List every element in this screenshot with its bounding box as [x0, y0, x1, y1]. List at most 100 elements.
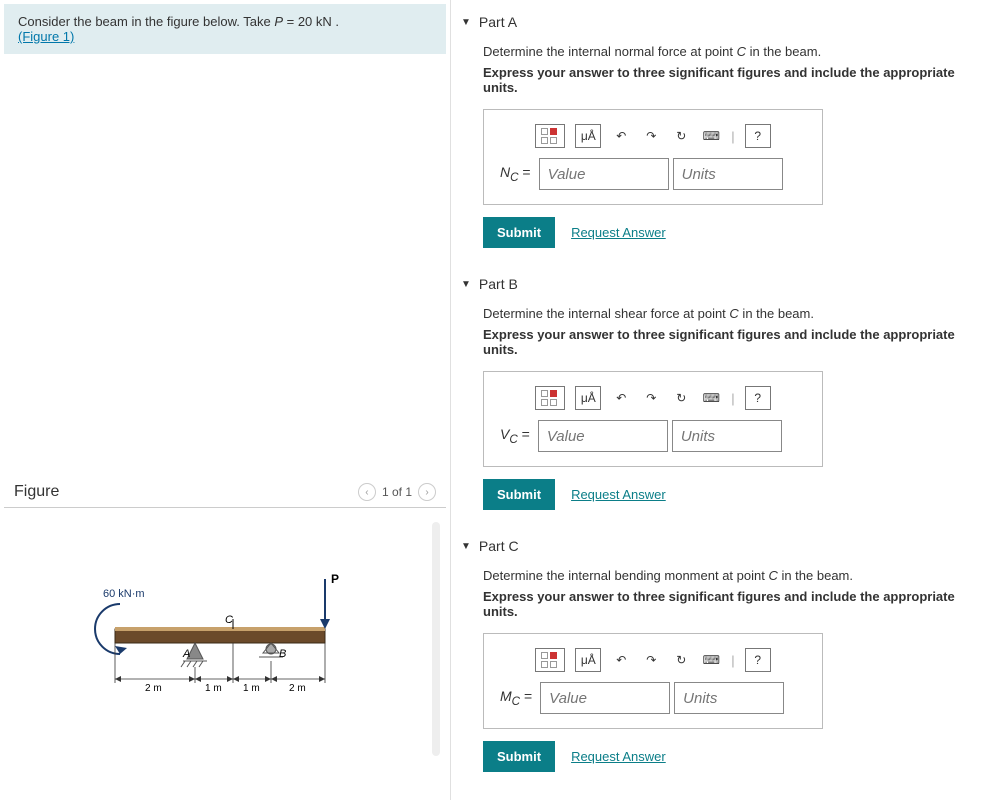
- part-c-prompt: Determine the internal bending monment a…: [483, 568, 980, 583]
- point-a-label: A: [182, 648, 190, 660]
- point-c-label: C: [225, 614, 233, 626]
- part-a-title: Part A: [479, 14, 517, 30]
- pager-label: 1 of 1: [382, 485, 412, 499]
- prompt-post: in the beam.: [739, 306, 814, 321]
- part-c-instr: Express your answer to three significant…: [483, 589, 980, 619]
- part-b-instr: Express your answer to three significant…: [483, 327, 980, 357]
- pager-prev-button[interactable]: ‹: [358, 483, 376, 501]
- right-column: ▼ Part A Determine the internal normal f…: [450, 0, 1000, 800]
- toolbar: μÅ ↶ ↷ ↻ ⌨ | ?: [500, 648, 806, 672]
- redo-icon[interactable]: ↷: [641, 124, 661, 148]
- part-b: ▼ Part B Determine the internal shear fo…: [451, 272, 990, 510]
- separator: |: [731, 129, 734, 144]
- scrollbar[interactable]: [432, 522, 440, 756]
- value-input[interactable]: [539, 158, 669, 190]
- figure-link[interactable]: (Figure 1): [18, 29, 74, 44]
- submit-button[interactable]: Submit: [483, 217, 555, 248]
- template-button[interactable]: [535, 648, 565, 672]
- beam-diagram: 60 kN·m P A C B: [65, 549, 385, 729]
- prompt-post: in the beam.: [746, 44, 821, 59]
- prompt-pre: Determine the internal shear force at po…: [483, 306, 729, 321]
- redo-icon[interactable]: ↷: [641, 386, 661, 410]
- input-row: VC =: [500, 420, 806, 452]
- request-answer-link[interactable]: Request Answer: [571, 225, 666, 240]
- request-answer-link[interactable]: Request Answer: [571, 487, 666, 502]
- figure-frame: 60 kN·m P A C B: [6, 514, 444, 764]
- dim-3: 1 m: [243, 683, 260, 694]
- submit-button[interactable]: Submit: [483, 741, 555, 772]
- units-button[interactable]: μÅ: [575, 386, 601, 410]
- figure-title: Figure: [14, 483, 59, 501]
- point-b-label: B: [279, 648, 286, 660]
- problem-eq: = 20 kN .: [287, 14, 339, 29]
- part-c-title: Part C: [479, 538, 519, 554]
- reset-icon[interactable]: ↻: [671, 648, 691, 672]
- pager-next-button[interactable]: ›: [418, 483, 436, 501]
- prompt-pre: Determine the internal normal force at p…: [483, 44, 737, 59]
- part-b-title: Part B: [479, 276, 518, 292]
- undo-icon[interactable]: ↶: [611, 124, 631, 148]
- dim-2: 1 m: [205, 683, 222, 694]
- undo-icon[interactable]: ↶: [611, 648, 631, 672]
- submit-row: Submit Request Answer: [483, 217, 980, 248]
- units-button[interactable]: μÅ: [575, 124, 601, 148]
- reset-icon[interactable]: ↻: [671, 386, 691, 410]
- input-row: MC =: [500, 682, 806, 714]
- prompt-var: C: [729, 306, 738, 321]
- dim-1: 2 m: [145, 683, 162, 694]
- symbol-label: MC =: [500, 688, 536, 708]
- problem-intro-text: Consider the beam in the figure below. T…: [18, 14, 274, 29]
- reset-icon[interactable]: ↻: [671, 124, 691, 148]
- part-a-header[interactable]: ▼ Part A: [451, 10, 990, 34]
- prompt-var: C: [768, 568, 777, 583]
- prompt-post: in the beam.: [778, 568, 853, 583]
- help-button[interactable]: ?: [745, 648, 771, 672]
- toolbar: μÅ ↶ ↷ ↻ ⌨ | ?: [500, 124, 806, 148]
- symbol-label: NC =: [500, 164, 535, 184]
- part-b-header[interactable]: ▼ Part B: [451, 272, 990, 296]
- problem-intro: Consider the beam in the figure below. T…: [4, 4, 446, 54]
- submit-button[interactable]: Submit: [483, 479, 555, 510]
- template-button[interactable]: [535, 124, 565, 148]
- figure-header: Figure ‹ 1 of 1 ›: [4, 477, 446, 508]
- units-button[interactable]: μÅ: [575, 648, 601, 672]
- problem-var: P: [274, 14, 283, 29]
- redo-icon[interactable]: ↷: [641, 648, 661, 672]
- value-input[interactable]: [538, 420, 668, 452]
- part-b-answer-box: μÅ ↶ ↷ ↻ ⌨ | ? VC =: [483, 371, 823, 467]
- submit-row: Submit Request Answer: [483, 741, 980, 772]
- part-a-prompt: Determine the internal normal force at p…: [483, 44, 980, 59]
- figure-section: Figure ‹ 1 of 1 ›: [0, 477, 450, 770]
- force-p-label: P: [331, 572, 339, 586]
- collapse-icon: ▼: [461, 541, 471, 552]
- units-input[interactable]: [672, 420, 782, 452]
- part-c-header[interactable]: ▼ Part C: [451, 534, 990, 558]
- part-a-answer-box: μÅ ↶ ↷ ↻ ⌨ | ? NC =: [483, 109, 823, 205]
- keyboard-icon[interactable]: ⌨: [701, 386, 721, 410]
- units-input[interactable]: [674, 682, 784, 714]
- keyboard-icon[interactable]: ⌨: [701, 124, 721, 148]
- toolbar: μÅ ↶ ↷ ↻ ⌨ | ?: [500, 386, 806, 410]
- left-column: Consider the beam in the figure below. T…: [0, 0, 450, 800]
- moment-label: 60 kN·m: [103, 588, 145, 600]
- separator: |: [731, 391, 734, 406]
- help-button[interactable]: ?: [745, 124, 771, 148]
- collapse-icon: ▼: [461, 17, 471, 28]
- symbol-label: VC =: [500, 426, 534, 446]
- dim-4: 2 m: [289, 683, 306, 694]
- separator: |: [731, 653, 734, 668]
- units-input[interactable]: [673, 158, 783, 190]
- part-b-prompt: Determine the internal shear force at po…: [483, 306, 980, 321]
- value-input[interactable]: [540, 682, 670, 714]
- part-a-instr: Express your answer to three significant…: [483, 65, 980, 95]
- help-button[interactable]: ?: [745, 386, 771, 410]
- keyboard-icon[interactable]: ⌨: [701, 648, 721, 672]
- prompt-pre: Determine the internal bending monment a…: [483, 568, 768, 583]
- undo-icon[interactable]: ↶: [611, 386, 631, 410]
- prompt-var: C: [737, 44, 746, 59]
- part-a: ▼ Part A Determine the internal normal f…: [451, 10, 990, 248]
- template-button[interactable]: [535, 386, 565, 410]
- request-answer-link[interactable]: Request Answer: [571, 749, 666, 764]
- part-c: ▼ Part C Determine the internal bending …: [451, 534, 990, 772]
- figure-pager: ‹ 1 of 1 ›: [358, 483, 436, 501]
